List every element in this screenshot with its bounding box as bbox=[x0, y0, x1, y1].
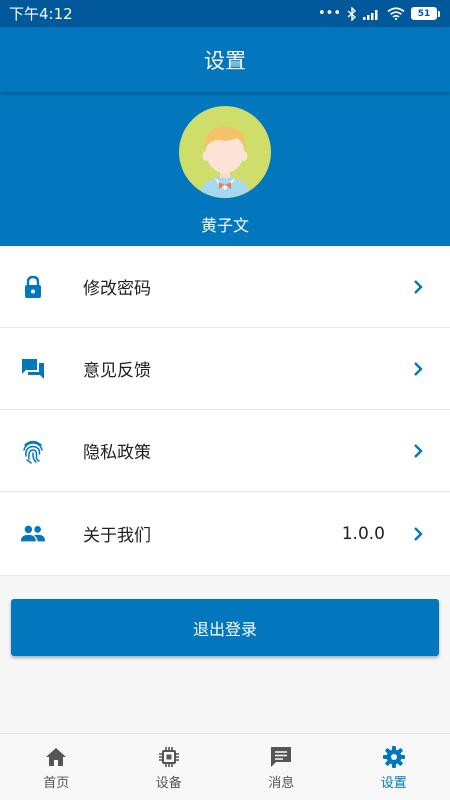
chevron-right-icon bbox=[414, 279, 423, 294]
bluetooth-icon bbox=[347, 6, 357, 21]
username: 黄子文 bbox=[200, 216, 249, 235]
settings-menu: 修改密码 意见反馈 隐私政策 关于我们 1.0.0 bbox=[0, 246, 450, 576]
tab-label: 首页 bbox=[43, 776, 70, 791]
lock-icon bbox=[20, 274, 46, 300]
gear-icon bbox=[382, 746, 405, 768]
menu-item-label: 修改密码 bbox=[83, 279, 151, 299]
signal-icon bbox=[363, 9, 378, 20]
chevron-right-icon bbox=[414, 443, 423, 458]
page-title: 设置 bbox=[204, 48, 246, 73]
bottom-tab-bar: 首页 设备 消息 设置 bbox=[0, 733, 450, 800]
feedback-icon bbox=[20, 356, 46, 382]
home-icon bbox=[46, 748, 67, 766]
menu-item-privacy-policy[interactable]: 隐私政策 bbox=[0, 410, 450, 492]
status-bar: 下午4:12 ••• 51 bbox=[0, 0, 450, 27]
chevron-right-icon bbox=[414, 526, 423, 541]
app-version: 1.0.0 bbox=[341, 523, 385, 544]
status-time: 下午4:12 bbox=[9, 5, 73, 23]
menu-item-about-us[interactable]: 关于我们 1.0.0 bbox=[0, 492, 450, 576]
people-icon bbox=[20, 521, 46, 547]
battery-icon: 51 bbox=[411, 7, 440, 20]
tab-label: 设备 bbox=[155, 776, 182, 791]
message-icon bbox=[271, 747, 292, 767]
tab-label: 设置 bbox=[380, 776, 407, 791]
chevron-right-icon bbox=[414, 361, 423, 376]
chip-icon bbox=[158, 747, 179, 767]
avatar-illustration bbox=[199, 126, 251, 198]
fingerprint-icon bbox=[20, 438, 46, 464]
profile-header: 黄子文 bbox=[0, 92, 450, 246]
tab-messages[interactable]: 消息 bbox=[225, 734, 338, 800]
wifi-icon bbox=[387, 7, 405, 20]
battery-level: 51 bbox=[411, 7, 437, 20]
tab-settings[interactable]: 设置 bbox=[338, 734, 450, 800]
tab-home[interactable]: 首页 bbox=[0, 734, 113, 800]
menu-item-feedback[interactable]: 意见反馈 bbox=[0, 328, 450, 410]
menu-item-change-password[interactable]: 修改密码 bbox=[0, 246, 450, 328]
menu-item-label: 关于我们 bbox=[83, 526, 151, 546]
tab-label: 消息 bbox=[268, 776, 295, 791]
menu-item-label: 隐私政策 bbox=[83, 443, 151, 463]
status-icons: ••• 51 bbox=[318, 6, 440, 21]
avatar[interactable] bbox=[179, 106, 271, 198]
tab-devices[interactable]: 设备 bbox=[113, 734, 226, 800]
page-title-bar: 设置 bbox=[0, 27, 450, 92]
logout-button[interactable]: 退出登录 bbox=[11, 599, 439, 656]
more-dots-icon: ••• bbox=[317, 6, 341, 21]
menu-item-label: 意见反馈 bbox=[83, 361, 151, 381]
